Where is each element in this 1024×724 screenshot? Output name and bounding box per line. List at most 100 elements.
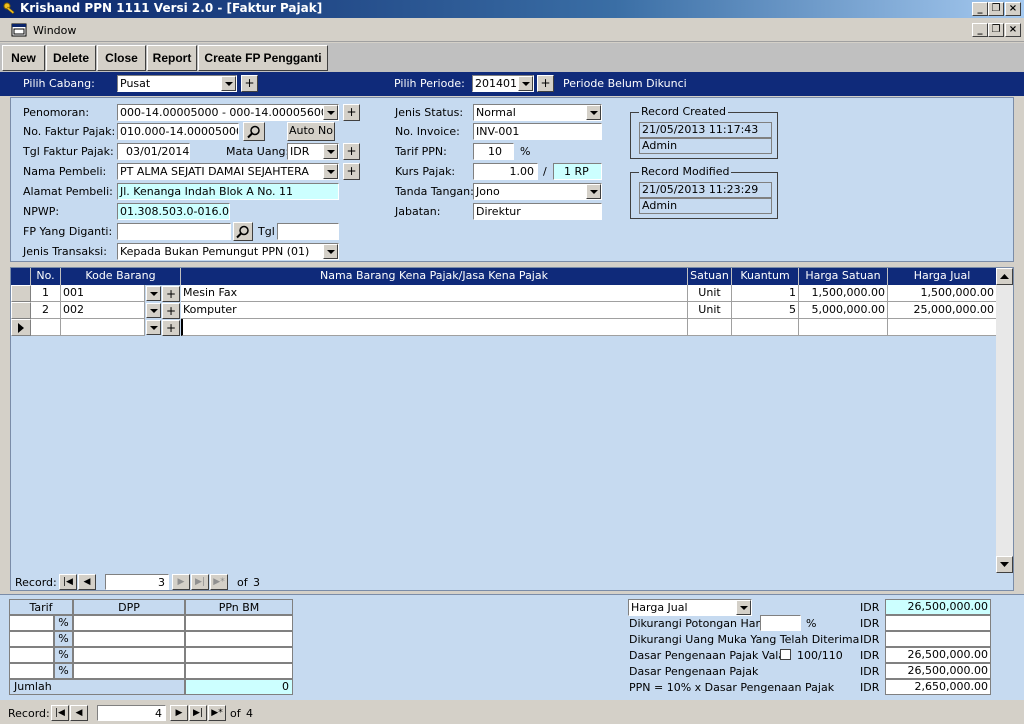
chevron-down-icon[interactable] — [323, 105, 338, 120]
add-periode-button[interactable]: + — [537, 75, 554, 92]
grid-vertical-scrollbar[interactable] — [996, 268, 1013, 573]
scroll-down-button[interactable] — [996, 556, 1013, 573]
add-kode-button[interactable]: + — [162, 286, 180, 302]
table-row-kuantum[interactable]: 1 — [732, 285, 799, 302]
search-fp-button[interactable] — [233, 222, 253, 241]
tanda-tangan-select[interactable]: Jono — [473, 183, 602, 200]
tarif-cell[interactable] — [9, 615, 54, 631]
table-row-harga-satuan[interactable]: 5,000,000.00 — [799, 302, 888, 319]
table-row-kuantum[interactable]: 5 — [732, 302, 799, 319]
table-row-nama[interactable]: Komputer — [181, 302, 688, 319]
dpp-cell[interactable] — [73, 663, 185, 679]
new-row-no[interactable] — [31, 319, 61, 336]
chevron-down-icon[interactable] — [323, 244, 338, 259]
npwp-field[interactable]: 01.308.503.0-016.000 — [117, 203, 230, 220]
dpp-cell[interactable] — [73, 631, 185, 647]
tarif-cell[interactable] — [9, 663, 54, 679]
dpp-cell[interactable] — [73, 615, 185, 631]
jenis-transaksi-select[interactable]: Kepada Bukan Pemungut PPN (01) — [117, 243, 339, 260]
restore-button[interactable]: ❐ — [988, 2, 1004, 16]
report-button[interactable]: Report — [147, 45, 197, 71]
no-faktur-input[interactable]: 010.000-14.00005000 — [117, 123, 239, 140]
ppnbm-cell[interactable] — [185, 615, 293, 631]
form-first-record-button[interactable]: |◀ — [51, 705, 69, 721]
uang-muka-value[interactable] — [885, 631, 991, 647]
jenis-status-select[interactable]: Normal — [473, 104, 602, 121]
minimize-button[interactable]: _ — [972, 2, 988, 16]
form-new-record-button[interactable]: ▶* — [208, 705, 226, 721]
table-row-satuan[interactable]: Unit — [688, 302, 732, 319]
prev-record-button[interactable]: ◀ — [78, 574, 96, 590]
child-restore-button[interactable]: ❐ — [988, 23, 1004, 37]
kode-dropdown[interactable] — [144, 303, 161, 320]
tarif-cell[interactable] — [9, 647, 54, 663]
new-button[interactable]: New — [2, 45, 45, 71]
form-last-record-button[interactable]: ▶| — [189, 705, 207, 721]
add-penomoran-button[interactable]: + — [343, 104, 360, 121]
table-row-kode[interactable]: 002 — [61, 302, 145, 319]
form-record-current[interactable]: 4 — [97, 705, 166, 721]
periode-select[interactable]: 201401 — [472, 75, 534, 92]
child-minimize-button[interactable]: _ — [972, 23, 988, 37]
table-row-satuan[interactable]: Unit — [688, 285, 732, 302]
penomoran-select[interactable]: 000-14.00005000 - 000-14.00005600 — [117, 104, 339, 121]
fp-diganti-input[interactable] — [117, 223, 231, 240]
child-close-button[interactable]: × — [1005, 23, 1021, 37]
add-pembeli-button[interactable]: + — [343, 163, 360, 180]
first-record-button[interactable]: |◀ — [59, 574, 77, 590]
dpp-valas-checkbox[interactable] — [780, 649, 791, 660]
new-row-kuantum[interactable] — [732, 319, 799, 336]
chevron-down-icon[interactable] — [586, 184, 601, 199]
tgl-faktur-input[interactable]: 03/01/2014 — [117, 143, 190, 160]
table-row-harga-jual[interactable]: 25,000,000.00 — [888, 302, 997, 319]
close-window-button[interactable]: × — [1005, 2, 1021, 16]
dpp-cell[interactable] — [73, 647, 185, 663]
form-prev-record-button[interactable]: ◀ — [70, 705, 88, 721]
chevron-down-icon[interactable] — [323, 164, 338, 179]
chevron-down-icon[interactable] — [323, 144, 338, 159]
window-menu[interactable]: Window — [33, 24, 76, 37]
kode-dropdown[interactable] — [144, 320, 161, 337]
grid-record-current[interactable]: 3 — [105, 574, 169, 590]
tarif-cell[interactable] — [9, 631, 54, 647]
no-invoice-input[interactable]: INV-001 — [473, 123, 602, 140]
add-kode-button[interactable]: + — [162, 320, 180, 336]
new-row-nama[interactable] — [181, 319, 688, 336]
cabang-select[interactable]: Pusat — [117, 75, 237, 92]
mata-uang-select[interactable]: IDR — [287, 143, 339, 160]
ppnbm-cell[interactable] — [185, 631, 293, 647]
row-selector[interactable] — [11, 302, 31, 319]
kurs-input[interactable]: 1.00 — [473, 163, 538, 180]
create-fp-pengganti-button[interactable]: Create FP Pengganti — [198, 45, 328, 71]
scroll-up-button[interactable] — [996, 268, 1013, 285]
kode-dropdown[interactable] — [144, 286, 161, 303]
alamat-field[interactable]: Jl. Kenanga Indah Blok A No. 11 — [117, 183, 339, 200]
table-row-no[interactable]: 2 — [31, 302, 61, 319]
new-row-selector[interactable] — [11, 319, 31, 336]
chevron-down-icon[interactable] — [221, 76, 236, 91]
window-menu-icon[interactable] — [11, 23, 27, 37]
new-row-satuan[interactable] — [688, 319, 732, 336]
potongan-percent-input[interactable] — [760, 615, 801, 631]
chevron-down-icon[interactable] — [146, 303, 161, 318]
auto-no-button[interactable]: Auto No — [287, 122, 335, 141]
ppnbm-cell[interactable] — [185, 663, 293, 679]
nama-pembeli-select[interactable]: PT ALMA SEJATI DAMAI SEJAHTERA — [117, 163, 339, 180]
new-row-harga-jual[interactable] — [888, 319, 997, 336]
ppnbm-cell[interactable] — [185, 647, 293, 663]
chevron-down-icon[interactable] — [586, 105, 601, 120]
table-row-harga-satuan[interactable]: 1,500,000.00 — [799, 285, 888, 302]
delete-button[interactable]: Delete — [46, 45, 96, 71]
new-row-harga-satuan[interactable] — [799, 319, 888, 336]
form-next-record-button[interactable]: ▶ — [170, 705, 188, 721]
potongan-value[interactable] — [885, 615, 991, 631]
chevron-down-icon[interactable] — [518, 76, 533, 91]
next-record-button[interactable]: ▶ — [172, 574, 190, 590]
tgl-fp-input[interactable] — [277, 223, 339, 240]
add-kode-button[interactable]: + — [162, 303, 180, 319]
add-cabang-button[interactable]: + — [241, 75, 258, 92]
chevron-down-icon[interactable] — [146, 286, 161, 301]
tarif-ppn-input[interactable]: 10 — [473, 143, 514, 160]
harga-jual-select[interactable]: Harga Jual — [628, 599, 752, 616]
last-record-button[interactable]: ▶| — [191, 574, 209, 590]
